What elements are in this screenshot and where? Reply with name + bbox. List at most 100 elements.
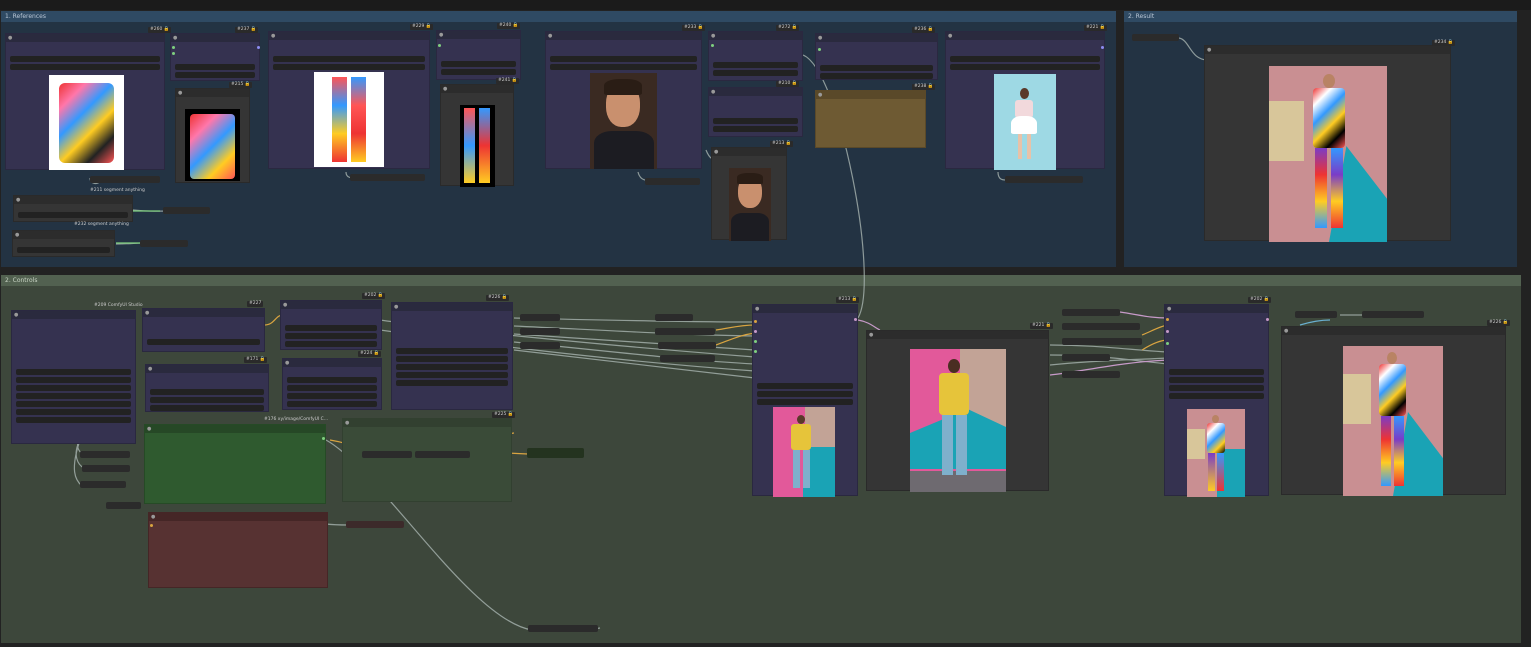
conditioning-node[interactable]: ● bbox=[280, 300, 382, 350]
text-widget-4[interactable] bbox=[287, 401, 377, 407]
upload-widget[interactable] bbox=[550, 64, 697, 70]
collapse-dot-icon[interactable]: ● bbox=[283, 303, 287, 308]
segment-anything-node-1[interactable]: ● bbox=[13, 195, 133, 222]
text-widget[interactable] bbox=[287, 377, 377, 383]
input-port[interactable] bbox=[172, 52, 175, 55]
reroute-node[interactable] bbox=[1362, 311, 1424, 318]
input-port[interactable] bbox=[754, 320, 757, 323]
reroute-node[interactable] bbox=[1132, 34, 1179, 41]
node-header[interactable]: ● bbox=[709, 88, 802, 96]
node-header[interactable]: ● bbox=[149, 513, 327, 521]
collapse-dot-icon[interactable]: ● bbox=[285, 361, 289, 366]
node-header[interactable]: ● bbox=[709, 32, 802, 40]
strength-widget[interactable] bbox=[150, 397, 264, 403]
node-header[interactable]: ● bbox=[145, 425, 325, 433]
text-widget-3[interactable] bbox=[285, 341, 377, 347]
model-loader-node[interactable]: ● bbox=[142, 308, 265, 352]
text-widget[interactable] bbox=[285, 325, 377, 331]
group-title-controls[interactable]: 2. Controls bbox=[1, 275, 1521, 286]
clip-encode-node[interactable]: ● bbox=[282, 358, 382, 410]
group-node-muted[interactable]: ● bbox=[342, 418, 512, 502]
ksampler-node-1[interactable]: ● bbox=[752, 304, 858, 497]
threshold-widget[interactable] bbox=[713, 62, 798, 68]
model-widget[interactable] bbox=[147, 339, 260, 345]
upload-widget[interactable] bbox=[10, 64, 160, 70]
collapse-dot-icon[interactable]: ● bbox=[148, 367, 152, 372]
face-analysis-node[interactable]: ● bbox=[708, 31, 803, 81]
collapse-dot-icon[interactable]: ● bbox=[755, 307, 759, 312]
reroute-node[interactable] bbox=[106, 502, 141, 509]
image-select-widget[interactable] bbox=[550, 56, 697, 62]
node-header[interactable]: ● bbox=[1282, 327, 1505, 335]
threshold-widget[interactable] bbox=[175, 64, 255, 70]
toggle-widget[interactable] bbox=[175, 72, 255, 78]
reroute-node[interactable] bbox=[520, 328, 560, 335]
seed-widget[interactable] bbox=[1169, 369, 1264, 375]
node-header[interactable]: ● bbox=[176, 89, 249, 97]
setting-widget-4[interactable] bbox=[16, 393, 131, 399]
note-node[interactable]: ● bbox=[815, 90, 926, 148]
input-port[interactable] bbox=[754, 350, 757, 353]
reroute-node[interactable] bbox=[80, 481, 126, 488]
collapse-dot-icon[interactable]: ● bbox=[443, 87, 447, 92]
output-port[interactable] bbox=[854, 318, 857, 321]
face-crop-node[interactable]: ● bbox=[708, 87, 803, 137]
preview-image-node-1[interactable]: ● bbox=[866, 330, 1049, 492]
reroute-node[interactable] bbox=[140, 240, 188, 247]
reroute-node[interactable] bbox=[1295, 311, 1337, 318]
input-port[interactable] bbox=[711, 44, 714, 47]
node-header[interactable]: ● bbox=[143, 309, 264, 317]
collapse-dot-icon[interactable]: ● bbox=[145, 311, 149, 316]
steps-widget[interactable] bbox=[757, 391, 853, 397]
collapse-dot-icon[interactable]: ● bbox=[1167, 307, 1171, 312]
node-header[interactable]: ● bbox=[12, 311, 135, 319]
setting-widget-6[interactable] bbox=[16, 409, 131, 415]
prompt-node[interactable]: ● bbox=[815, 33, 938, 80]
input-port[interactable] bbox=[1166, 330, 1169, 333]
denoise-widget[interactable] bbox=[1169, 393, 1264, 399]
collapse-dot-icon[interactable]: ● bbox=[178, 91, 182, 96]
cfg-widget[interactable] bbox=[757, 399, 853, 405]
input-port[interactable] bbox=[754, 340, 757, 343]
collapse-dot-icon[interactable]: ● bbox=[147, 427, 151, 432]
load-image-node-face[interactable]: ● bbox=[545, 31, 702, 169]
error-node[interactable]: ● bbox=[148, 512, 328, 588]
collapse-dot-icon[interactable]: ● bbox=[711, 34, 715, 39]
setting-widget-5[interactable] bbox=[16, 401, 131, 407]
sam-node-pants[interactable]: ● bbox=[436, 30, 521, 80]
collapse-dot-icon[interactable]: ● bbox=[15, 233, 19, 238]
lora-loader-node[interactable]: ● bbox=[145, 364, 269, 412]
collapse-dot-icon[interactable]: ● bbox=[173, 36, 177, 41]
threshold-widget[interactable] bbox=[713, 118, 798, 124]
toggle-widget[interactable] bbox=[713, 126, 798, 132]
reroute-node[interactable] bbox=[645, 178, 700, 185]
collapse-dot-icon[interactable]: ● bbox=[271, 34, 275, 39]
collapse-dot-icon[interactable]: ● bbox=[818, 93, 822, 98]
collapse-dot-icon[interactable]: ● bbox=[711, 90, 715, 95]
prompt-widget[interactable] bbox=[18, 212, 128, 218]
group-title-result[interactable]: 2. Result bbox=[1124, 11, 1517, 22]
load-image-node-jacket[interactable]: ● bbox=[5, 33, 165, 170]
input-port[interactable] bbox=[1166, 342, 1169, 345]
segment-anything-node-2[interactable]: ● bbox=[12, 230, 115, 257]
reroute-node[interactable] bbox=[655, 314, 693, 321]
reroute-node[interactable] bbox=[415, 451, 470, 458]
node-header[interactable]: ● bbox=[146, 365, 268, 373]
reroute-node[interactable] bbox=[658, 342, 716, 349]
collapse-dot-icon[interactable]: ● bbox=[1207, 48, 1211, 53]
collapse-dot-icon[interactable]: ● bbox=[439, 33, 443, 38]
toggle-widget[interactable] bbox=[441, 69, 516, 75]
toggle-widget[interactable] bbox=[820, 73, 933, 79]
steps-widget[interactable] bbox=[396, 356, 508, 362]
text-widget-2[interactable] bbox=[287, 385, 377, 391]
preview-node-pants[interactable]: ● bbox=[440, 84, 514, 187]
node-header[interactable]: ● bbox=[6, 34, 164, 42]
collapse-dot-icon[interactable]: ● bbox=[869, 333, 873, 338]
seed-widget[interactable] bbox=[396, 348, 508, 354]
input-port[interactable] bbox=[1166, 318, 1169, 321]
setting-widget-1[interactable] bbox=[16, 369, 131, 375]
collapse-dot-icon[interactable]: ● bbox=[948, 34, 952, 39]
reroute-node[interactable] bbox=[346, 521, 404, 528]
reroute-node[interactable] bbox=[163, 207, 210, 214]
reroute-node[interactable] bbox=[528, 625, 598, 632]
